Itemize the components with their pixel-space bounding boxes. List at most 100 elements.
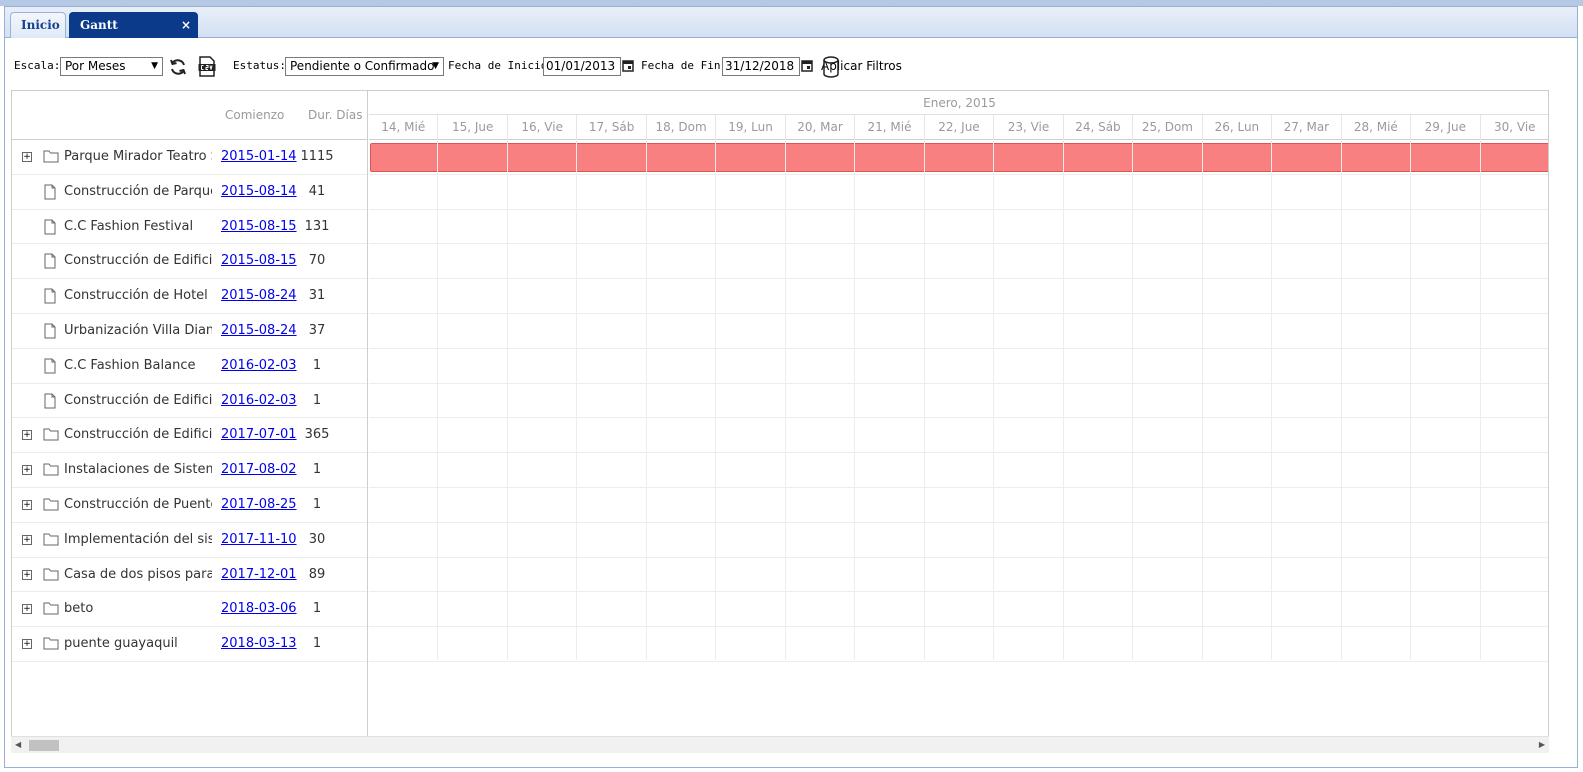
expand-icon[interactable]: +: [22, 639, 32, 650]
table-row[interactable]: C.C Fashion Balance 2016-02-03 1: [12, 349, 367, 384]
timeline-day: 23, Vie: [994, 115, 1064, 140]
task-name: Instalaciones de Sistema: [64, 462, 212, 478]
task-duration: 70: [308, 253, 326, 269]
chevron-down-icon: ▼: [151, 61, 158, 71]
task-start-link[interactable]: 2018-03-06: [221, 601, 297, 616]
expand-icon[interactable]: +: [22, 465, 32, 476]
grid-line: [1340, 140, 1342, 660]
task-start-link[interactable]: 2016-02-03: [221, 358, 297, 373]
grid-line: [437, 140, 439, 660]
fecha-inicio-input[interactable]: 01/01/2013: [543, 57, 621, 76]
task-name: Urbanización Villa Diana: [64, 322, 212, 338]
task-start-link[interactable]: 2015-08-15: [221, 219, 297, 234]
timeline-day: 18, Dom: [647, 115, 717, 140]
task-start-link[interactable]: 2017-07-01: [221, 427, 297, 442]
task-start-link[interactable]: 2018-03-13: [221, 636, 297, 651]
file-icon: [44, 253, 56, 269]
grid-line: [369, 382, 1548, 384]
table-row[interactable]: + Implementación del siste 2017-11-10 30: [12, 523, 367, 558]
timeline-day: 29, Jue: [1411, 115, 1481, 140]
task-duration: 365: [304, 427, 330, 443]
grid-line: [369, 487, 1548, 488]
folder-icon: [43, 498, 59, 511]
table-row[interactable]: + Casa de dos pisos para 2017-12-01 89: [12, 558, 367, 593]
task-duration: 1: [312, 601, 322, 617]
calendar-icon[interactable]: [801, 59, 813, 72]
task-bar[interactable]: [370, 143, 1548, 172]
table-row[interactable]: + Construcción de Puento 2017-08-25 1: [12, 488, 367, 523]
grid-line: [369, 173, 1548, 175]
table-row[interactable]: Construcción de Hotel 2015-08-24 31: [12, 279, 367, 314]
database-icon[interactable]: [823, 56, 839, 78]
escala-select[interactable]: Por Meses ▼: [60, 57, 163, 76]
scroll-right-icon[interactable]: ▶: [1539, 740, 1545, 749]
timeline-day: 22, Jue: [925, 115, 995, 140]
timeline-day: 25, Dom: [1133, 115, 1203, 140]
escala-label: Escala:: [14, 59, 61, 72]
table-row[interactable]: + puente guayaquil 2018-03-13 1: [12, 627, 367, 662]
expand-icon[interactable]: +: [22, 430, 32, 441]
task-name: C.C Fashion Balance: [64, 357, 196, 373]
grid-line: [506, 140, 508, 660]
grid-line: [369, 521, 1548, 523]
grid-line: [993, 140, 995, 660]
task-start-link[interactable]: 2017-12-01: [221, 567, 297, 582]
grid-rows: + Parque Mirador Teatro S 2015-01-14 1115 Co…: [12, 140, 367, 662]
table-row[interactable]: + beto 2018-03-06 1: [12, 592, 367, 628]
timeline-body: [369, 140, 1548, 662]
expand-icon[interactable]: +: [22, 152, 32, 162]
estatus-select[interactable]: Pendiente o Confirmado ▼: [285, 57, 444, 76]
column-header-duracion[interactable]: Dur. Días: [308, 108, 363, 122]
grid-line: [369, 208, 1548, 210]
task-start-link[interactable]: 2015-08-24: [221, 288, 297, 303]
expand-icon[interactable]: +: [22, 534, 32, 545]
expand-icon[interactable]: +: [22, 604, 32, 615]
scroll-thumb[interactable]: [29, 740, 59, 751]
grid-line: [645, 140, 647, 660]
horizontal-scrollbar[interactable]: ◀ ▶: [11, 736, 1549, 753]
fecha-fin-input[interactable]: 31/12/2018: [722, 57, 800, 76]
task-start-link[interactable]: 2016-02-03: [221, 393, 297, 408]
task-duration: 31: [308, 288, 326, 304]
task-duration: 1: [312, 357, 322, 373]
table-row[interactable]: + Instalaciones de Sistema 2017-08-02 1: [12, 453, 367, 488]
tab-gantt-proyectos[interactable]: Gantt Proyectos ×: [69, 12, 198, 56]
task-name: Implementación del siste: [64, 531, 212, 547]
close-icon[interactable]: ×: [181, 13, 191, 37]
expand-icon[interactable]: +: [22, 499, 32, 510]
csv-export-icon[interactable]: [198, 56, 216, 77]
timeline-day: 19, Lun: [716, 115, 786, 140]
table-row[interactable]: C.C Fashion Festival 2015-08-15 131: [12, 210, 367, 245]
timeline-days: 14, Mié 15, Jue 16, Vie 17, Sáb 18, Dom 19, L…: [369, 115, 1548, 140]
table-row[interactable]: Construcción de Parque 2015-08-14 41: [12, 175, 367, 210]
file-icon: [44, 219, 56, 235]
refresh-icon[interactable]: [168, 57, 188, 77]
folder-icon: [43, 602, 59, 615]
calendar-icon[interactable]: [622, 59, 634, 72]
table-row[interactable]: Construcción de Edificio 2015-08-15 70: [12, 244, 367, 280]
task-start-link[interactable]: 2017-08-25: [221, 497, 297, 512]
task-start-link[interactable]: 2017-11-10: [221, 532, 297, 547]
table-row[interactable]: + Construcción de Edificio 2017-07-01 365: [12, 418, 367, 454]
task-grid: Comienzo Dur. Días + Parque Mirador Teatr…: [12, 91, 368, 749]
grid-line: [854, 140, 856, 660]
task-start-link[interactable]: 2015-08-14: [221, 184, 297, 199]
grid-line: [369, 556, 1548, 558]
file-icon: [44, 184, 56, 200]
column-header-comienzo[interactable]: Comienzo: [225, 108, 284, 122]
task-start-link[interactable]: 2015-08-24: [221, 323, 297, 338]
task-duration: 37: [308, 322, 326, 338]
table-row[interactable]: Construcción de Edificio 2016-02-03 1: [12, 384, 367, 419]
task-start-link[interactable]: 2017-08-02: [221, 462, 297, 477]
table-row[interactable]: + Parque Mirador Teatro S 2015-01-14 1115: [12, 140, 367, 175]
expand-icon[interactable]: +: [22, 569, 32, 580]
task-start-link[interactable]: 2015-08-15: [221, 253, 297, 268]
timeline-day: 24, Sáb: [1064, 115, 1134, 140]
timeline-day: 26, Lun: [1203, 115, 1273, 140]
grid-line: [1271, 140, 1273, 660]
task-name: Parque Mirador Teatro S: [64, 149, 212, 164]
task-start-link[interactable]: 2015-01-14: [221, 149, 297, 164]
scroll-left-icon[interactable]: ◀: [15, 740, 21, 749]
table-row[interactable]: Urbanización Villa Diana 2015-08-24 37: [12, 314, 367, 349]
tab-inicio[interactable]: Inicio: [10, 12, 66, 38]
